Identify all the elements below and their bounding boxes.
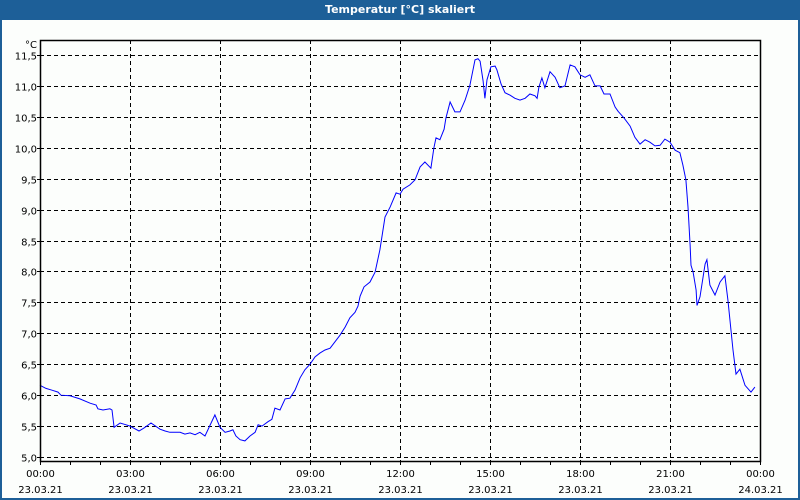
x-tick-date-label: 23.03.21	[468, 485, 513, 496]
x-tick-date-label: 23.03.21	[18, 485, 63, 496]
x-tick-date-label: 23.03.21	[288, 485, 333, 496]
y-tick-label: 11,0	[15, 83, 37, 94]
y-tick-label: 5,5	[21, 423, 37, 434]
y-tick-label: 10,5	[15, 114, 37, 125]
x-tick-time-label: 06:00	[206, 469, 235, 480]
x-axis: 00:00 23.03.21 03:00 23.03.21 06:00 23.03.21 0…	[18, 461, 783, 496]
x-tick-date-label: 23.03.21	[198, 485, 243, 496]
y-tick-label: 5,0	[21, 454, 37, 465]
y-tick-label: 9,5	[21, 176, 37, 187]
y-tick-label: 7,5	[21, 299, 37, 310]
y-tick-label: 7,0	[21, 330, 37, 341]
temperature-chart: °C 5,0 5,5 6,0 6,5 7,0 7,5 8,0 8,5 9,0 9,5 10,0 10,…	[15, 39, 783, 496]
x-tick-time-label: 15:00	[476, 469, 505, 480]
x-tick-time-label: 18:00	[566, 469, 595, 480]
y-tick-label: 9,0	[21, 207, 37, 218]
x-tick-time-label: 21:00	[656, 469, 685, 480]
x-tick-time-label: 09:00	[296, 469, 325, 480]
y-tick-label: 6,5	[21, 361, 37, 372]
y-axis-unit-label: °C	[25, 40, 37, 51]
y-tick-label: 6,0	[21, 392, 37, 403]
x-tick-time-label: 00:00	[746, 469, 775, 480]
x-tick-date-label: 23.03.21	[558, 485, 603, 496]
y-tick-label: 8,5	[21, 238, 37, 249]
x-tick-time-label: 00:00	[26, 469, 55, 480]
grid-lines	[40, 40, 760, 461]
x-tick-date-label: 23.03.21	[378, 485, 423, 496]
x-tick-time-label: 12:00	[386, 469, 415, 480]
x-tick-date-label: 24.03.21	[738, 485, 783, 496]
y-tick-label: 8,0	[21, 268, 37, 279]
y-axis: °C 5,0 5,5 6,0 6,5 7,0 7,5 8,0 8,5 9,0 9,5 10,0 10,…	[15, 40, 40, 465]
y-tick-label: 11,5	[15, 52, 37, 63]
x-tick-date-label: 23.03.21	[648, 485, 693, 496]
temperature-series-line	[39, 58, 756, 442]
x-tick-time-label: 03:00	[116, 469, 145, 480]
x-tick-date-label: 23.03.21	[108, 485, 153, 496]
y-tick-label: 10,0	[15, 145, 37, 156]
